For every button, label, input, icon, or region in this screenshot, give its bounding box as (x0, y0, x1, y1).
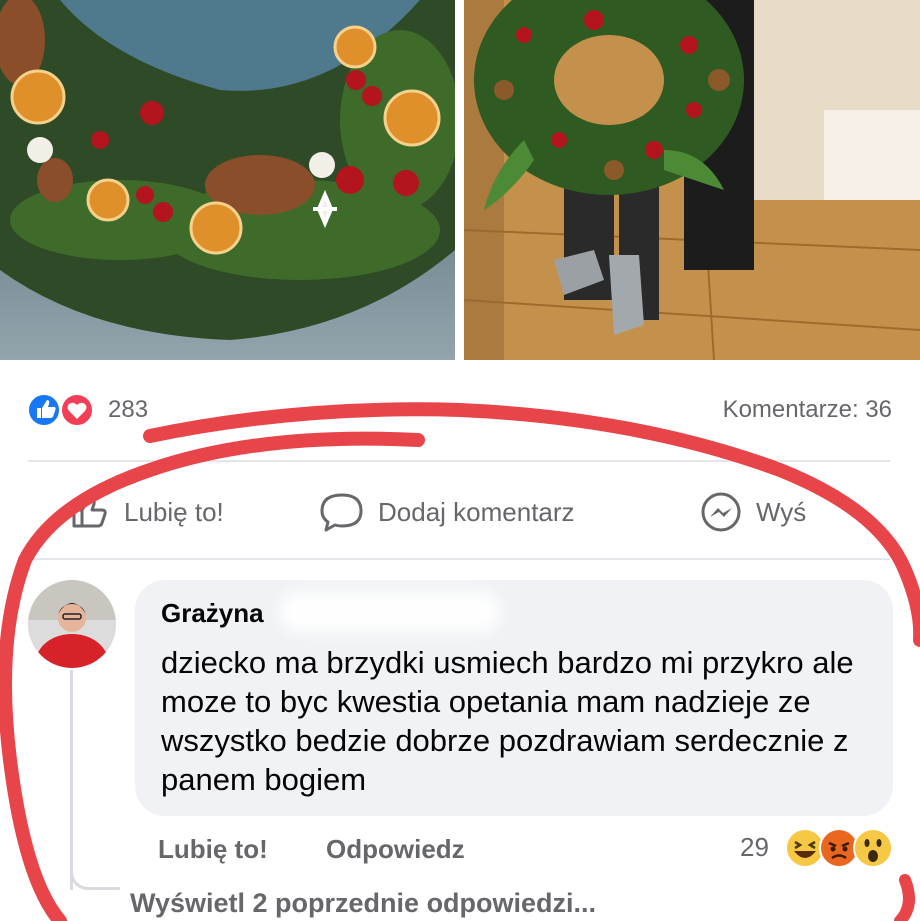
love-icon (60, 393, 94, 427)
send-button[interactable]: Wyś (698, 492, 806, 532)
comment-like-button[interactable]: Lubię to! (158, 834, 268, 865)
avatar[interactable] (28, 580, 116, 668)
thread-connector (70, 860, 120, 890)
wow-emoji-icon (853, 828, 893, 868)
send-button-label: Wyś (756, 496, 807, 527)
thread-line (70, 670, 73, 890)
like-button-label: Lubię to! (124, 496, 224, 527)
messenger-icon (701, 492, 741, 532)
like-button[interactable]: Lubię to! (68, 492, 224, 532)
thumbs-up-icon (72, 496, 107, 528)
redacted-surname (280, 592, 500, 632)
reaction-count[interactable]: 283 (108, 396, 148, 424)
comment-reply-button[interactable]: Odpowiedz (326, 834, 465, 865)
comment-author[interactable]: Grażyna (161, 598, 867, 629)
comments-count[interactable]: Komentarze: 36 (723, 396, 892, 424)
wreath-image-right (464, 0, 920, 360)
like-icon (27, 393, 61, 427)
post-photos (0, 0, 920, 360)
photo-divider (455, 0, 464, 360)
angry-emoji-icon (819, 828, 859, 868)
wreath-photo-left[interactable] (0, 0, 455, 360)
wreath-image-left (0, 0, 455, 360)
comment-button[interactable]: Dodaj komentarz (320, 492, 575, 532)
comment-button-label: Dodaj komentarz (378, 496, 575, 527)
comment-bubble: Grażyna dziecko ma brzydki usmiech bardz… (135, 580, 893, 816)
laugh-emoji-icon (785, 828, 825, 868)
reaction-icons[interactable] (27, 393, 101, 427)
stats-divider (28, 460, 890, 462)
wreath-photo-right[interactable] (464, 0, 920, 360)
comment-reaction-count[interactable]: 29 (740, 832, 769, 863)
comment-reaction-icons[interactable] (783, 826, 895, 870)
view-previous-replies-link[interactable]: Wyświetl 2 poprzednie odpowiedzi... (130, 888, 596, 919)
comment-icon (320, 493, 363, 532)
comment-text: dziecko ma brzydki usmiech bardzo mi prz… (161, 645, 854, 797)
actions-divider (28, 558, 890, 560)
